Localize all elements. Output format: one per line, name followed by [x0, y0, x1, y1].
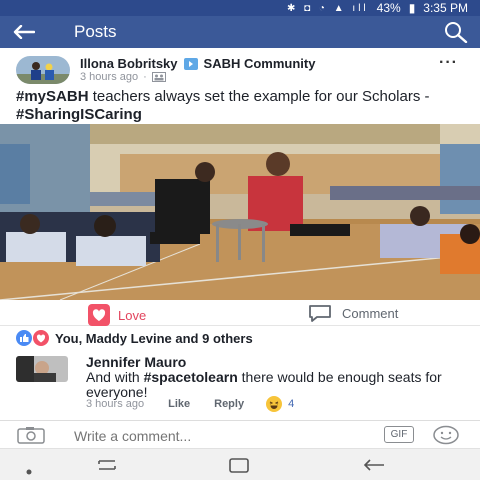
group-name[interactable]: SABH Community	[204, 56, 316, 71]
comment-like-button[interactable]: Like	[168, 398, 190, 410]
comment-input[interactable]	[74, 426, 354, 446]
comment-label: Comment	[342, 305, 399, 321]
group-privacy-icon	[151, 72, 166, 82]
post-text-body: teachers always set the example for our …	[88, 88, 430, 105]
post-hashtag[interactable]: #SharingISCaring	[16, 106, 142, 123]
back-arrow-icon	[13, 25, 35, 39]
comment-button[interactable]: Comment	[308, 304, 398, 322]
comment-text-pre: And with	[86, 369, 144, 385]
search-icon	[445, 22, 468, 43]
post-meta: 3 hours ago ·	[80, 71, 166, 83]
reaction-icons	[16, 330, 49, 346]
like-reaction-icon	[16, 330, 32, 346]
love-reaction-icon	[33, 330, 49, 346]
battery-level: 43%	[376, 1, 401, 15]
post-header: Illona Bobritsky SABH Community 3 hours …	[0, 48, 480, 88]
system-nav-bar	[0, 448, 480, 480]
group-arrow-icon	[183, 57, 198, 70]
comment-time: 3 hours ago	[86, 398, 145, 410]
meta-separator: ·	[143, 71, 147, 83]
comment-composer: GIF	[0, 420, 480, 448]
comment-reaction-count[interactable]: 4	[288, 398, 294, 410]
post-hashtag[interactable]: #mySABH	[16, 88, 89, 105]
heart-icon	[88, 304, 110, 326]
status-icons: ✱ ◘ ◔ ▲ ıll	[286, 2, 369, 14]
reactions-summary[interactable]: You, Maddy Levine and 9 others	[16, 330, 253, 346]
post-text: #mySABH teachers always set the example …	[16, 88, 466, 124]
reactions-text: You, Maddy Levine and 9 others	[55, 330, 253, 346]
comment-bubble-icon	[309, 305, 331, 322]
status-bar: ✱ ◘ ◔ ▲ ıll 43% ▮ 3:35 PM	[0, 0, 480, 16]
comment-reply-button[interactable]: Reply	[214, 398, 244, 410]
post-photo[interactable]	[0, 124, 480, 300]
commenter-name[interactable]: Jennifer Mauro	[86, 354, 186, 370]
comment-hashtag[interactable]: #spacetolearn	[144, 369, 238, 385]
clock: 3:35 PM	[423, 1, 468, 15]
author-avatar[interactable]	[16, 56, 70, 84]
author-name[interactable]: Illona Bobritsky	[80, 56, 178, 71]
nav-dot-icon[interactable]	[26, 462, 32, 480]
sticker-icon	[433, 425, 459, 445]
love-label: Love	[118, 307, 147, 323]
comment: Jennifer Mauro And with #spacetolearn th…	[0, 350, 480, 414]
search-button[interactable]	[432, 16, 480, 48]
page-title: Posts	[74, 22, 117, 41]
more-icon[interactable]: ···	[439, 54, 458, 72]
author-line: Illona Bobritsky SABH Community	[80, 56, 315, 71]
comment-meta: 3 hours ago Like Reply 4	[86, 396, 294, 412]
sticker-button[interactable]	[432, 425, 460, 450]
post-actions: Love Comment	[0, 300, 480, 326]
love-button[interactable]: Love	[88, 304, 146, 326]
home-icon[interactable]	[228, 458, 250, 479]
gif-button[interactable]: GIF	[384, 426, 414, 443]
app-bar: Posts	[0, 16, 480, 48]
battery-icon: ▮	[408, 1, 416, 15]
back-button[interactable]	[0, 16, 48, 48]
camera-button[interactable]	[16, 426, 46, 449]
recent-apps-icon[interactable]	[96, 458, 118, 477]
camera-icon	[17, 427, 45, 444]
haha-reaction-icon	[266, 396, 283, 412]
post-time[interactable]: 3 hours ago	[80, 71, 138, 83]
commenter-avatar[interactable]	[16, 356, 68, 382]
nav-back-icon[interactable]	[362, 458, 386, 477]
